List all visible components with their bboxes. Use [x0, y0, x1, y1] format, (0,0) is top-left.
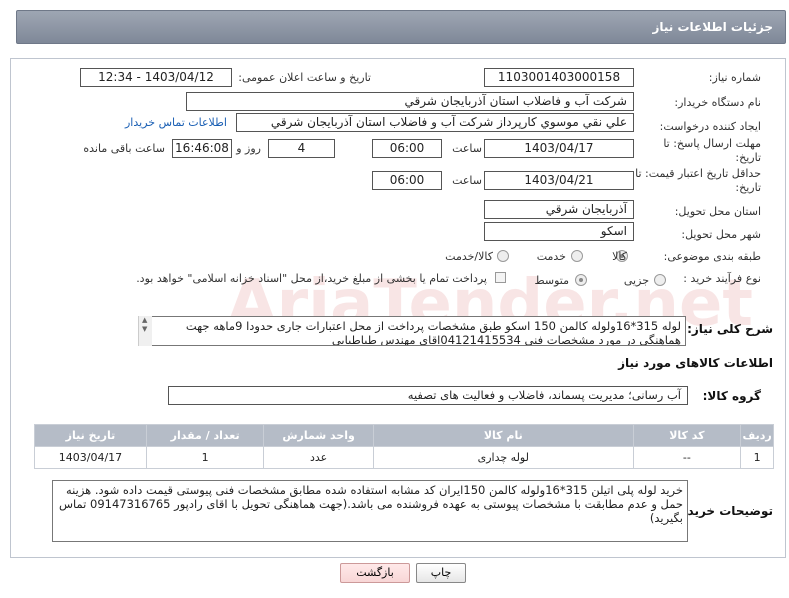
- cell-quantity: 1: [145, 446, 265, 469]
- price-time-field: 06:00: [372, 171, 442, 190]
- treasury-payment-note: پرداخت تمام یا بخشی از مبلغ خرید،از محل …: [136, 272, 487, 285]
- cell-need-date: 1403/04/17: [34, 446, 147, 469]
- goods-table: ردیف کد کالا نام کالا واحد شمارش تعداد /…: [34, 424, 774, 469]
- table-row: 1 -- لوله چداری عدد 1 1403/04/17: [34, 446, 774, 469]
- back-button[interactable]: بازگشت: [340, 563, 410, 583]
- creator-field: علي نقي موسوي کارپرداز شرکت آب و فاضلاب …: [236, 113, 634, 132]
- category-radio-service[interactable]: [571, 250, 583, 262]
- col-unit: واحد شمارش: [263, 424, 374, 447]
- category-radio-goods-service[interactable]: [497, 250, 509, 262]
- day-label: روز و: [236, 142, 261, 155]
- reply-time-field: 06:00: [372, 139, 442, 158]
- description-textarea[interactable]: لوله 315*16ولوله کالمن 150 اسکو طبق مشخص…: [138, 316, 686, 346]
- cell-item-code: --: [632, 446, 742, 469]
- goods-table-header: ردیف کد کالا نام کالا واحد شمارش تعداد /…: [34, 424, 774, 447]
- goods-group-field: آب رسانی؛ مدیریت پسماند، فاضلاب و فعالیت…: [168, 386, 688, 405]
- goods-group-label: گروه کالا:: [702, 389, 761, 403]
- process-radio-medium[interactable]: [575, 274, 587, 286]
- days-remaining-field: 4: [268, 139, 335, 158]
- city-label: شهر محل تحویل:: [681, 228, 761, 241]
- col-item-name: نام کالا: [372, 424, 634, 447]
- reply-deadline-date-label: تاریخ:: [735, 151, 761, 164]
- province-label: استان محل تحویل:: [674, 205, 761, 218]
- process-option-minor: جزیی: [623, 274, 649, 287]
- process-option-medium: متوسط: [534, 274, 569, 287]
- reply-date-field: 1403/04/17: [484, 139, 634, 158]
- treasury-payment-checkbox[interactable]: [495, 272, 506, 283]
- announce-label: تاریخ و ساعت اعلان عمومی:: [238, 71, 371, 84]
- category-option-goods: کالا: [612, 250, 627, 263]
- category-label: طبقه بندی موضوعی:: [663, 250, 761, 263]
- province-field: آذربایجان شرقي: [484, 200, 634, 219]
- col-item-code: کد کالا: [632, 424, 742, 447]
- buyer-contact-link[interactable]: اطلاعات تماس خریدار: [125, 116, 227, 129]
- process-radio-minor[interactable]: [654, 274, 666, 286]
- price-date-field: 1403/04/21: [484, 171, 634, 190]
- cell-item-name: لوله چداری: [372, 446, 634, 469]
- price-validity-date-label: تاریخ:: [735, 181, 761, 194]
- page-title: جزئیات اطلاعات نیاز: [652, 20, 773, 34]
- cell-row: 1: [740, 446, 774, 469]
- remaining-label: ساعت باقی مانده: [83, 142, 165, 155]
- buyer-org-field: شرکت آب و فاضلاب استان آذربایجان شرقي: [186, 92, 634, 111]
- category-option-service: خدمت: [536, 250, 566, 263]
- scroll-down-icon[interactable]: ▼: [142, 325, 147, 333]
- time-remaining-field: 16:46:08: [172, 139, 232, 158]
- goods-section-title: اطلاعات کالاهای مورد نیاز: [618, 356, 773, 370]
- col-need-date: تاریخ نیاز: [34, 424, 147, 447]
- price-time-label: ساعت: [452, 174, 482, 187]
- col-row: ردیف: [740, 424, 774, 447]
- need-number-field: 1103001403000158: [484, 68, 634, 87]
- page-header: جزئیات اطلاعات نیاز: [16, 10, 786, 44]
- announce-datetime-field: 1403/04/12 - 12:34: [80, 68, 232, 87]
- cell-unit: عدد: [263, 446, 374, 469]
- description-label: شرح کلی نیاز:: [687, 322, 773, 336]
- category-option-goods-service: کالا/خدمت: [445, 250, 493, 263]
- scroll-up-icon[interactable]: ▲: [142, 316, 147, 324]
- buyer-notes-textarea[interactable]: خرید لوله پلی اتیلن 315*16ولوله کالمن 15…: [52, 480, 688, 542]
- process-label: نوع فرآیند خرید :: [683, 272, 761, 285]
- reply-deadline-label: مهلت ارسال پاسخ: تا: [663, 137, 761, 150]
- print-button[interactable]: چاپ: [416, 563, 466, 583]
- reply-time-label: ساعت: [452, 142, 482, 155]
- creator-label: ایجاد کننده درخواست:: [659, 120, 761, 133]
- need-number-label: شماره نیاز:: [708, 71, 761, 84]
- description-scrollbar[interactable]: ▲ ▼: [138, 316, 152, 346]
- buyer-org-label: نام دستگاه خریدار:: [674, 96, 761, 109]
- city-field: اسکو: [484, 222, 634, 241]
- price-validity-label: حداقل تاریخ اعتبار قیمت: تا: [635, 167, 761, 180]
- col-quantity: تعداد / مقدار: [145, 424, 265, 447]
